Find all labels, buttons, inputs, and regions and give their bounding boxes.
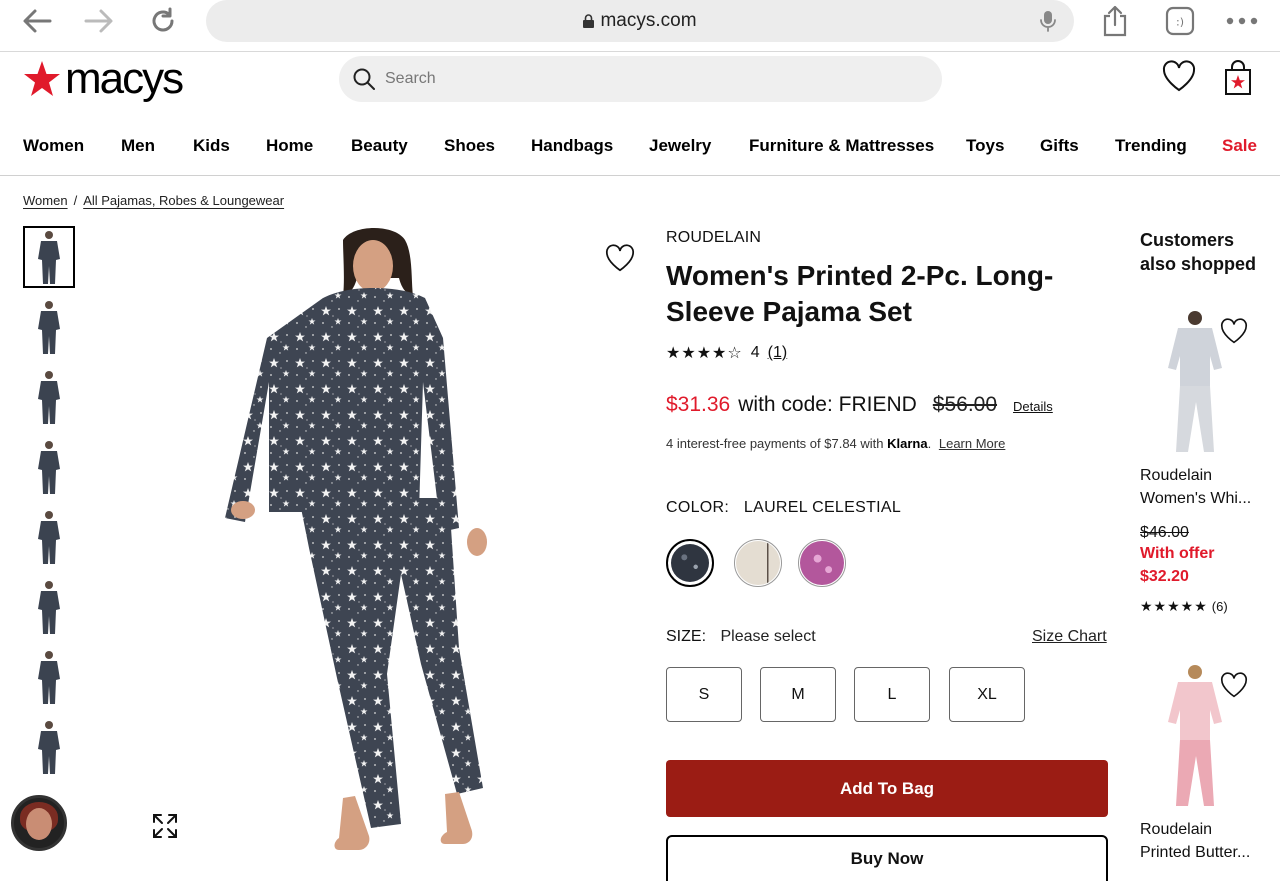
expand-icon[interactable] bbox=[152, 813, 178, 844]
thumbnail[interactable] bbox=[23, 576, 75, 638]
color-value: LAUREL CELESTIAL bbox=[743, 499, 902, 516]
url-text: macys.com bbox=[600, 10, 697, 31]
color-label: COLOR: LAUREL CELESTIAL bbox=[666, 499, 901, 517]
breadcrumb-pajamas[interactable]: All Pajamas, Robes & Loungewear bbox=[83, 193, 284, 208]
star-icon bbox=[24, 61, 60, 96]
size-button-l[interactable]: L bbox=[854, 667, 930, 722]
klarna-text: 4 interest-free payments of $7.84 with bbox=[666, 436, 884, 451]
shopping-bag-icon[interactable] bbox=[1224, 60, 1252, 101]
thumbnail[interactable] bbox=[23, 226, 75, 288]
thumbnail[interactable] bbox=[23, 296, 75, 358]
heart-icon[interactable] bbox=[1220, 672, 1248, 703]
reload-icon[interactable] bbox=[146, 6, 180, 36]
recommended-was-price: $46.00 bbox=[1140, 524, 1189, 541]
rating-value: 4 bbox=[750, 344, 760, 361]
browser-toolbar: macys.com :) bbox=[0, 0, 1280, 52]
color-label-text: COLOR: bbox=[666, 499, 730, 516]
size-value: Please select bbox=[720, 628, 816, 645]
product-title: Women's Printed 2-Pc. Long-Sleeve Pajama… bbox=[666, 260, 1054, 327]
buy-now-button[interactable]: Buy Now bbox=[666, 835, 1108, 881]
nav-handbags[interactable]: Handbags bbox=[531, 136, 613, 156]
macys-logo[interactable]: macys bbox=[23, 54, 184, 103]
forward-arrow-icon[interactable] bbox=[82, 6, 116, 36]
color-swatch-laurel-celestial[interactable] bbox=[666, 539, 714, 587]
nav-furniture[interactable]: Furniture & Mattresses bbox=[749, 136, 934, 156]
recommended-product[interactable]: Roudelain Printed Butter... bbox=[1140, 662, 1270, 864]
share-icon[interactable] bbox=[1102, 4, 1128, 38]
nav-women[interactable]: Women bbox=[23, 136, 84, 156]
breadcrumb-separator: / bbox=[73, 193, 78, 208]
back-arrow-icon[interactable] bbox=[20, 6, 54, 36]
recommended-offer-label: With offer bbox=[1140, 545, 1215, 562]
nav-gifts[interactable]: Gifts bbox=[1040, 136, 1079, 156]
svg-text::): :) bbox=[1176, 16, 1184, 29]
product-rating[interactable]: ★★★★☆ 4 (1) bbox=[666, 343, 787, 363]
price-row: $31.36 with code: FRIEND $56.00 Details bbox=[666, 393, 1053, 417]
search-input[interactable] bbox=[385, 70, 905, 88]
thumbnail-strip bbox=[23, 226, 75, 786]
search-icon bbox=[353, 68, 375, 90]
thumbnail[interactable] bbox=[23, 716, 75, 778]
color-swatch-pink[interactable] bbox=[798, 539, 846, 587]
also-shopped-title: Customers also shopped bbox=[1140, 230, 1257, 274]
nav-toys[interactable]: Toys bbox=[966, 136, 1004, 156]
breadcrumb: Women / All Pajamas, Robes & Loungewear bbox=[23, 193, 284, 208]
rating-stars: ★★★★☆ bbox=[666, 345, 743, 362]
original-price: $56.00 bbox=[932, 393, 998, 416]
lock-icon bbox=[583, 14, 595, 28]
recommended-name: Printed Butter... bbox=[1140, 844, 1251, 861]
chat-avatar[interactable] bbox=[11, 795, 67, 851]
nav-kids[interactable]: Kids bbox=[193, 136, 230, 156]
add-to-bag-button[interactable]: Add To Bag bbox=[666, 760, 1108, 817]
nav-shoes[interactable]: Shoes bbox=[444, 136, 495, 156]
recommended-stars: ★★★★★ bbox=[1140, 598, 1208, 614]
thumbnail[interactable] bbox=[23, 646, 75, 708]
product-brand[interactable]: ROUDELAIN bbox=[666, 229, 761, 247]
recommended-product[interactable]: Roudelain Women's Whi... $46.00 With off… bbox=[1140, 308, 1270, 615]
size-button-m[interactable]: M bbox=[760, 667, 836, 722]
promo-code-text: with code: FRIEND bbox=[738, 393, 917, 416]
color-swatch-cream[interactable] bbox=[734, 539, 782, 587]
klarna-logo: Klarna bbox=[887, 436, 928, 451]
details-link[interactable]: Details bbox=[1013, 399, 1053, 414]
recommended-review-count: (6) bbox=[1211, 599, 1228, 614]
more-icon[interactable] bbox=[1226, 4, 1258, 38]
reader-icon[interactable]: :) bbox=[1165, 4, 1195, 38]
thumbnail[interactable] bbox=[23, 506, 75, 568]
klarna-info: 4 interest-free payments of $7.84 with K… bbox=[666, 436, 1005, 451]
sale-price: $31.36 bbox=[666, 393, 731, 416]
nav-jewelry[interactable]: Jewelry bbox=[649, 136, 711, 156]
nav-sale[interactable]: Sale bbox=[1222, 136, 1257, 156]
recommended-name: Women's Whi... bbox=[1140, 490, 1252, 507]
product-main-image[interactable] bbox=[215, 226, 515, 866]
nav-beauty[interactable]: Beauty bbox=[351, 136, 408, 156]
size-label-text: SIZE: bbox=[666, 628, 707, 645]
size-button-s[interactable]: S bbox=[666, 667, 742, 722]
breadcrumb-women[interactable]: Women bbox=[23, 193, 68, 208]
size-label: SIZE: Please select bbox=[666, 628, 816, 646]
address-bar[interactable]: macys.com bbox=[206, 0, 1074, 42]
thumbnail[interactable] bbox=[23, 366, 75, 428]
heart-icon[interactable] bbox=[1162, 60, 1196, 97]
nav-home[interactable]: Home bbox=[266, 136, 313, 156]
nav-trending[interactable]: Trending bbox=[1115, 136, 1187, 156]
recommended-brand: Roudelain bbox=[1140, 821, 1213, 838]
heart-icon[interactable] bbox=[1220, 318, 1248, 349]
nav-men[interactable]: Men bbox=[121, 136, 155, 156]
category-nav: Women Men Kids Home Beauty Shoes Handbag… bbox=[0, 118, 1280, 176]
rating-count-link[interactable]: (1) bbox=[768, 344, 788, 362]
size-chart-link[interactable]: Size Chart bbox=[1032, 628, 1107, 646]
recommended-rating: ★★★★★ (6) bbox=[1140, 598, 1270, 615]
logo-wordmark: macys bbox=[65, 54, 184, 103]
klarna-period: . bbox=[927, 436, 932, 451]
recommended-offer-price: $32.20 bbox=[1140, 568, 1189, 585]
learn-more-link[interactable]: Learn More bbox=[939, 436, 1005, 451]
size-button-xl[interactable]: XL bbox=[949, 667, 1025, 722]
search-bar[interactable] bbox=[339, 56, 942, 102]
microphone-icon[interactable] bbox=[1040, 10, 1056, 37]
thumbnail[interactable] bbox=[23, 436, 75, 498]
recommended-brand: Roudelain bbox=[1140, 467, 1213, 484]
wishlist-heart-icon[interactable] bbox=[605, 244, 635, 277]
